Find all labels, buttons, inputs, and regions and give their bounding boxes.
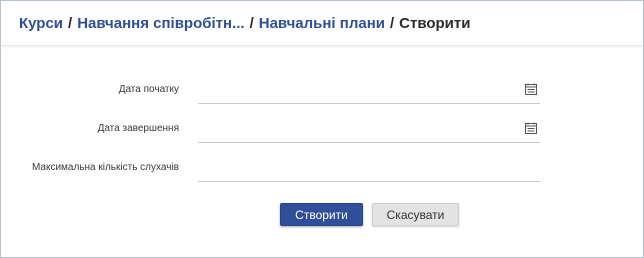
start-date-label: Дата початку (118, 84, 179, 95)
breadcrumb-link-training[interactable]: Навчання співробітн... (77, 15, 244, 32)
breadcrumb-separator: / (249, 14, 254, 32)
start-date-field-wrap (198, 81, 540, 104)
create-button[interactable]: Створити (280, 203, 363, 226)
breadcrumb: Курси / Навчання співробітн... / Навчаль… (1, 1, 643, 46)
start-date-row: Дата початку (1, 81, 643, 105)
end-date-row: Дата завершення (1, 120, 643, 144)
breadcrumb-separator: / (389, 14, 395, 32)
page-title: Створити (399, 14, 471, 32)
breadcrumb-separator: / (68, 14, 73, 32)
breadcrumb-link-plans[interactable]: Навчальні плани (259, 15, 385, 32)
max-listeners-row: Максимальна кількість слухачів (1, 159, 643, 183)
max-listeners-field[interactable] (198, 159, 512, 179)
max-listeners-field-wrap (198, 159, 540, 182)
calendar-icon[interactable] (525, 122, 537, 134)
max-listeners-label: Максимальна кількість слухачів (31, 162, 179, 173)
end-date-field[interactable] (198, 120, 512, 140)
cancel-button[interactable]: Скасувати (372, 203, 459, 226)
end-date-field-wrap (198, 120, 540, 143)
create-plan-window: Курси / Навчання співробітн... / Навчаль… (0, 0, 644, 258)
calendar-icon[interactable] (525, 83, 537, 95)
breadcrumb-link-courses[interactable]: Курси (19, 15, 63, 32)
form-actions: Створити Скасувати (280, 203, 459, 226)
start-date-field[interactable] (198, 81, 512, 101)
end-date-label: Дата завершення (97, 123, 179, 134)
